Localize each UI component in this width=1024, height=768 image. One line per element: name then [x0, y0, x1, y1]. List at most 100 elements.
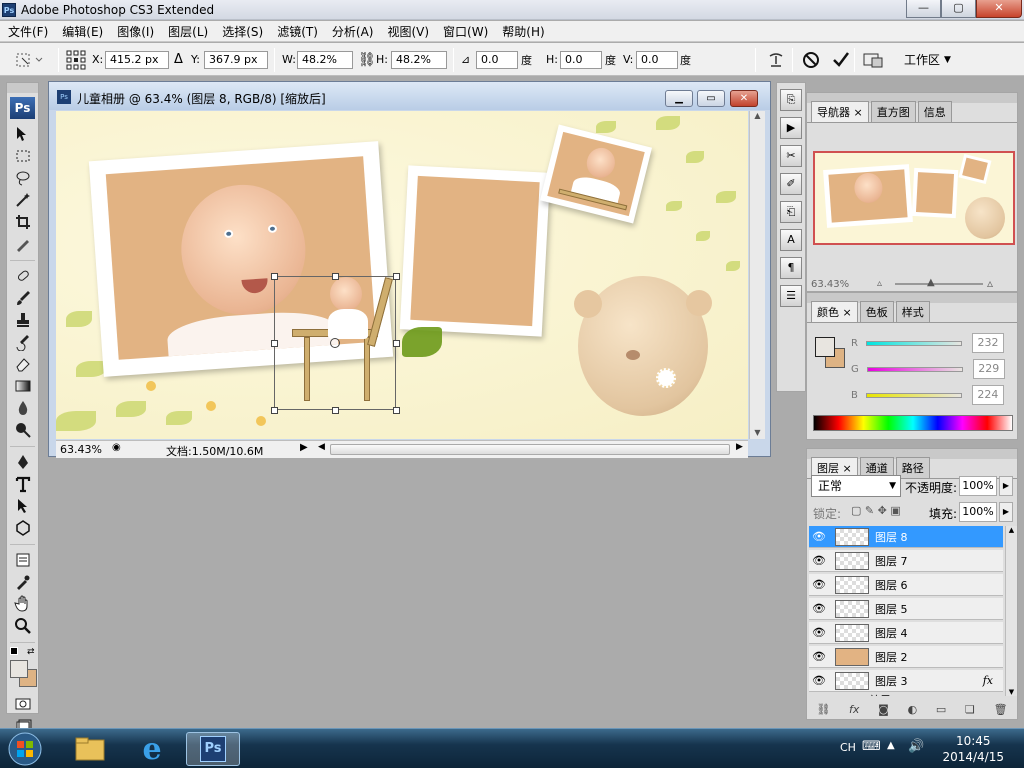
y-input[interactable] [204, 50, 268, 69]
eye-icon[interactable]: 👁 [809, 674, 829, 687]
doc-minimize-button[interactable]: ▁ [665, 90, 693, 107]
eyedropper-tool-icon[interactable] [7, 571, 38, 593]
character-palette-icon[interactable]: A [780, 229, 802, 251]
eye-icon[interactable]: 👁 [809, 626, 829, 639]
menu-file[interactable]: 文件(F) [8, 23, 48, 40]
canvas[interactable] [56, 111, 748, 439]
link-icon[interactable]: ⛓ [358, 43, 376, 76]
opacity-arrow-icon[interactable]: ▶ [999, 476, 1013, 496]
transform-tool-icon[interactable] [14, 43, 44, 76]
link-layers-icon[interactable]: ⛓ [816, 703, 830, 716]
doc-close-button[interactable]: ✕ [730, 90, 758, 107]
rotate-input[interactable] [476, 50, 518, 69]
tray-expand-icon[interactable]: ▲ [887, 740, 895, 751]
magic-wand-tool-icon[interactable] [7, 189, 38, 211]
tab-swatches[interactable]: 色板 [859, 301, 894, 322]
color-spectrum-bar[interactable] [813, 415, 1013, 431]
hskew-input[interactable] [560, 50, 602, 69]
r-slider[interactable] [865, 340, 962, 346]
shape-tool-icon[interactable] [7, 517, 38, 539]
zoom-out-icon[interactable]: ▵ [877, 278, 882, 289]
tab-styles[interactable]: 样式 [895, 301, 930, 322]
fill-arrow-icon[interactable]: ▶ [999, 502, 1013, 522]
layers-scrollbar[interactable]: ▲ ▼ [1005, 526, 1017, 696]
transform-handle-bc[interactable] [332, 407, 339, 414]
transform-handle-mr[interactable] [393, 340, 400, 347]
zoom-tool-icon[interactable] [7, 615, 38, 637]
width-input[interactable] [297, 50, 353, 69]
eye-icon[interactable]: 👁 [809, 578, 829, 591]
notes-tool-icon[interactable] [7, 549, 38, 571]
tool-presets-icon[interactable]: ✂ [780, 145, 802, 167]
transform-handle-tl[interactable] [271, 273, 278, 280]
foreground-color-swatch[interactable] [10, 660, 28, 678]
transform-handle-tc[interactable] [332, 273, 339, 280]
color-fg-swatch[interactable] [815, 337, 835, 357]
adjustment-layer-icon[interactable]: ◐ [908, 703, 918, 716]
new-group-icon[interactable]: ▭ [936, 703, 946, 716]
tab-histogram[interactable]: 直方图 [870, 101, 916, 122]
color-swatches[interactable]: ⇄ [7, 647, 38, 693]
workspace-menu[interactable]: 工作区 ▼ [904, 43, 951, 76]
pen-tool-icon[interactable] [7, 451, 38, 473]
volume-icon[interactable]: 🔊 [908, 739, 924, 754]
explorer-taskbar-icon[interactable] [64, 732, 116, 766]
layer-row[interactable]: 👁 图层 7 [809, 550, 1003, 572]
layer-row[interactable]: 👁 图层 5 [809, 598, 1003, 620]
g-slider[interactable] [866, 366, 963, 372]
zoom-level[interactable]: 63.43% [60, 443, 102, 456]
hscroll-right-icon[interactable]: ▶ [736, 442, 743, 452]
layer-row[interactable]: 👁 图层 8 [809, 526, 1003, 548]
menu-view[interactable]: 视图(V) [387, 23, 429, 40]
crop-tool-icon[interactable] [7, 211, 38, 233]
toolbox-grip[interactable] [7, 83, 38, 93]
g-input[interactable]: 229 [972, 359, 1005, 379]
zoom-in-icon[interactable]: ▵ [987, 276, 993, 290]
eye-icon[interactable]: 👁 [809, 650, 829, 663]
new-layer-icon[interactable]: ❏ [965, 703, 975, 716]
minimize-button[interactable]: — [906, 0, 941, 18]
fx-badge[interactable]: fx [983, 674, 993, 687]
keyboard-icon[interactable]: ⌨ [862, 739, 881, 754]
reference-point-icon[interactable] [66, 43, 86, 76]
swap-colors-icon[interactable]: ⇄ [27, 647, 35, 657]
layer-style-icon[interactable]: fx [849, 703, 859, 716]
layer-row[interactable]: 👁 图层 3 fx [809, 670, 1003, 692]
tab-info[interactable]: 信息 [917, 101, 952, 122]
hand-tool-icon[interactable] [7, 593, 38, 615]
document-title-bar[interactable]: Ps 儿童相册 @ 63.4% (图层 8, RGB/8) [缩放后] ▁ ▭ … [49, 82, 770, 110]
clone-source-icon[interactable]: ⎗ [780, 201, 802, 223]
hscroll-left-icon[interactable]: ◀ [318, 442, 325, 452]
menu-help[interactable]: 帮助(H) [502, 23, 544, 40]
transform-handle-bl[interactable] [271, 407, 278, 414]
bridge-icon[interactable] [862, 43, 886, 76]
default-colors-icon[interactable] [10, 647, 18, 655]
cancel-transform-icon[interactable] [802, 43, 820, 76]
commit-transform-icon[interactable] [832, 43, 850, 76]
x-input[interactable] [105, 50, 169, 69]
start-button[interactable] [0, 732, 50, 766]
menu-window[interactable]: 窗口(W) [443, 23, 488, 40]
marquee-tool-icon[interactable] [7, 145, 38, 167]
b-slider[interactable] [865, 392, 962, 398]
menu-filter[interactable]: 滤镜(T) [277, 23, 318, 40]
quick-mask-icon[interactable] [7, 693, 38, 715]
lasso-tool-icon[interactable] [7, 167, 38, 189]
transform-handle-br[interactable] [393, 407, 400, 414]
photoshop-taskbar-button[interactable]: Ps [186, 732, 240, 766]
tab-color[interactable]: 颜色 × [811, 301, 858, 322]
close-button[interactable]: ✕ [976, 0, 1022, 18]
blur-tool-icon[interactable] [7, 397, 38, 419]
brush-tool-icon[interactable] [7, 287, 38, 309]
layer-comps-icon[interactable]: ☰ [780, 285, 802, 307]
r-input[interactable]: 232 [971, 333, 1004, 353]
language-indicator[interactable]: CH [840, 741, 856, 754]
path-selection-tool-icon[interactable] [7, 495, 38, 517]
layer-mask-icon[interactable]: ◙ [878, 703, 889, 716]
eraser-tool-icon[interactable] [7, 353, 38, 375]
restore-button[interactable]: ▢ [941, 0, 976, 18]
doc-restore-button[interactable]: ▭ [697, 90, 725, 107]
actions-palette-icon[interactable]: ▶ [780, 117, 802, 139]
healing-brush-tool-icon[interactable] [7, 265, 38, 287]
layer-row[interactable]: 👁 图层 2 [809, 646, 1003, 668]
